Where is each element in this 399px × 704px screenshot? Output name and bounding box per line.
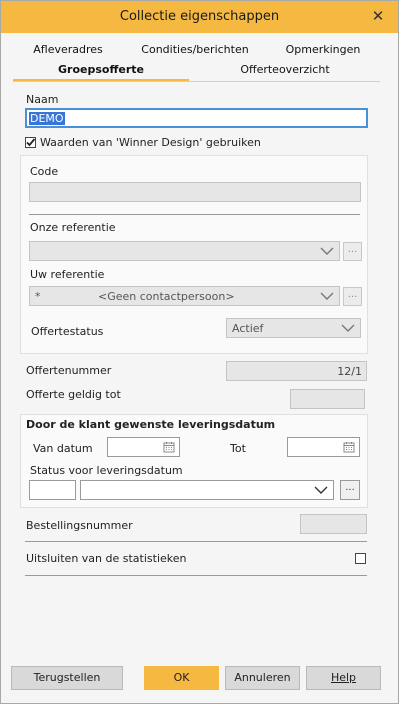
naam-label: Naam — [26, 93, 59, 106]
tot-label: Tot — [230, 442, 246, 455]
separator — [29, 214, 360, 215]
dialog-title: Collectie eigenschappen — [119, 9, 280, 24]
checkmark-icon — [26, 138, 36, 147]
tab-afleveradres[interactable]: Afleveradres — [23, 43, 113, 56]
status-browse-button[interactable]: ... — [340, 480, 360, 500]
calendar-icon[interactable] — [343, 441, 355, 453]
tab-groepsofferte[interactable]: Groepsofferte — [41, 63, 161, 76]
naam-input[interactable]: DEMO — [25, 108, 368, 128]
leveringsdatum-title: Door de klant gewenste leveringsdatum — [26, 418, 276, 431]
status-code-input[interactable] — [29, 480, 76, 500]
separator — [25, 541, 367, 542]
bestellingsnummer-label: Bestellingsnummer — [26, 519, 133, 532]
cancel-button[interactable]: Annuleren — [225, 666, 300, 690]
chevron-down-icon — [320, 247, 334, 255]
tab-opmerkingen[interactable]: Opmerkingen — [277, 43, 369, 56]
offertenummer-label: Offertenummer — [26, 364, 112, 377]
properties-dialog: Collectie eigenschappen ✕ Afleveradres C… — [0, 0, 399, 704]
separator — [25, 575, 367, 576]
uw-referentie-label: Uw referentie — [30, 268, 105, 281]
offertestatus-select[interactable]: Actief — [226, 318, 361, 338]
uw-referentie-select[interactable]: * <Geen contactpersoon> — [29, 286, 340, 306]
help-label: Help — [330, 671, 357, 684]
offertenummer-value: 12/1 — [337, 365, 362, 378]
offertestatus-label: Offertestatus — [31, 325, 104, 338]
chevron-down-icon — [320, 292, 334, 300]
close-icon[interactable]: ✕ — [368, 6, 388, 26]
van-datum-input[interactable] — [107, 437, 180, 457]
offerte-geldig-label: Offerte geldig tot — [26, 388, 121, 401]
bestellingsnummer-input[interactable] — [300, 514, 367, 534]
code-input[interactable] — [29, 182, 361, 202]
uitsluiten-checkbox[interactable] — [355, 553, 366, 564]
title-bar: Collectie eigenschappen ✕ — [1, 1, 398, 33]
offertenummer-input[interactable]: 12/1 — [226, 361, 367, 381]
onze-referentie-browse-button[interactable]: ... — [343, 242, 362, 261]
winner-design-label: Waarden van 'Winner Design' gebruiken — [40, 136, 261, 149]
tab-divider — [13, 81, 380, 82]
tot-datum-input[interactable] — [287, 437, 360, 457]
help-button[interactable]: Help — [306, 666, 381, 690]
reset-button[interactable]: Terugstellen — [11, 666, 123, 690]
chevron-down-icon — [341, 324, 355, 332]
uw-referentie-prefix: * — [35, 290, 41, 303]
uw-referentie-browse-button[interactable]: ... — [343, 287, 362, 306]
van-datum-label: Van datum — [33, 442, 93, 455]
tab-condities-berichten[interactable]: Condities/berichten — [131, 43, 259, 56]
uw-referentie-value: <Geen contactpersoon> — [98, 290, 235, 303]
onze-referentie-label: Onze referentie — [30, 221, 116, 234]
winner-design-checkbox[interactable] — [25, 137, 36, 148]
offertestatus-value: Actief — [232, 322, 264, 335]
code-label: Code — [30, 165, 59, 178]
uitsluiten-label: Uitsluiten van de statistieken — [26, 552, 187, 565]
chevron-down-icon — [314, 486, 328, 494]
naam-value: DEMO — [29, 112, 65, 125]
offerte-geldig-input[interactable] — [290, 389, 365, 409]
calendar-icon[interactable] — [163, 441, 175, 453]
onze-referentie-select[interactable] — [29, 241, 340, 261]
status-leveringsdatum-label: Status voor leveringsdatum — [30, 464, 183, 477]
ok-button[interactable]: OK — [144, 666, 219, 690]
tab-offerteoverzicht[interactable]: Offerteoverzicht — [227, 63, 343, 76]
status-leveringsdatum-select[interactable] — [80, 480, 334, 500]
